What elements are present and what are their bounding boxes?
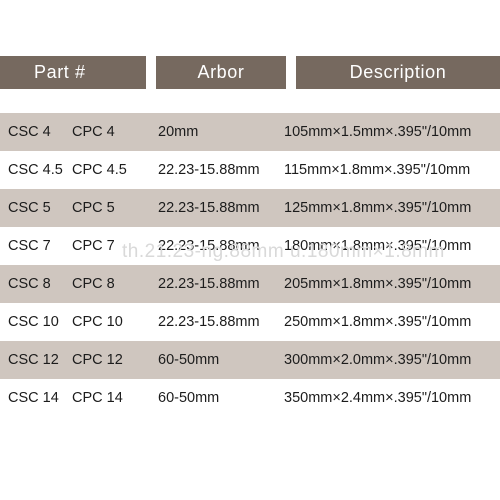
- header-description-label: Description: [349, 62, 447, 82]
- cell-cpc-part: CPC 10: [72, 314, 123, 330]
- cell-cpc-part: CPC 14: [72, 390, 123, 406]
- cell-arbor: 22.23-15.88mm: [158, 276, 260, 292]
- cell-description: 250mm×1.8mm×.395"/10mm: [284, 314, 472, 330]
- cell-description: 300mm×2.0mm×.395"/10mm: [284, 352, 472, 368]
- table-header-row: Part # Arbor Description: [0, 56, 500, 89]
- cell-description: 125mm×1.8mm×.395"/10mm: [284, 200, 472, 216]
- cell-cpc-part: CPC 7: [72, 238, 115, 254]
- cell-description: 350mm×2.4mm×.395"/10mm: [284, 390, 472, 406]
- cell-csc-part: CSC 14: [8, 390, 59, 406]
- table-row: CSC 12 CPC 12 60-50mm 300mm×2.0mm×.395"/…: [0, 341, 500, 379]
- cell-cpc-part: CPC 8: [72, 276, 115, 292]
- cell-csc-part: CSC 12: [8, 352, 59, 368]
- cell-csc-part: CSC 10: [8, 314, 59, 330]
- cell-cpc-part: CPC 4: [72, 124, 115, 140]
- cell-csc-part: CSC 4.5: [8, 162, 63, 178]
- cell-description: 205mm×1.8mm×.395"/10mm: [284, 276, 472, 292]
- cell-cpc-part: CPC 5: [72, 200, 115, 216]
- table-row: CSC 7 CPC 7 22.23-15.88mm 180mm×1.8mm×.3…: [0, 227, 500, 265]
- cell-arbor: 60-50mm: [158, 390, 220, 406]
- cell-arbor: 60-50mm: [158, 352, 220, 368]
- table-row: CSC 8 CPC 8 22.23-15.88mm 205mm×1.8mm×.3…: [0, 265, 500, 303]
- table-row: CSC 10 CPC 10 22.23-15.88mm 250mm×1.8mm×…: [0, 303, 500, 341]
- cell-description: 180mm×1.8mm×.395"/10mm: [284, 238, 472, 254]
- cell-arbor: 22.23-15.88mm: [158, 238, 260, 254]
- cell-cpc-part: CPC 12: [72, 352, 123, 368]
- table-row: CSC 14 CPC 14 60-50mm 350mm×2.4mm×.395"/…: [0, 379, 500, 417]
- table-row: CSC 4.5 CPC 4.5 22.23-15.88mm 115mm×1.8m…: [0, 151, 500, 189]
- table-body: CSC 4 CPC 4 20mm 105mm×1.5mm×.395"/10mm …: [0, 113, 500, 417]
- table-row: CSC 4 CPC 4 20mm 105mm×1.5mm×.395"/10mm: [0, 113, 500, 151]
- cell-description: 105mm×1.5mm×.395"/10mm: [284, 124, 472, 140]
- spec-table-page: Part # Arbor Description CSC 4 CPC 4 20m…: [0, 0, 500, 500]
- table-row: CSC 5 CPC 5 22.23-15.88mm 125mm×1.8mm×.3…: [0, 189, 500, 227]
- cell-csc-part: CSC 4: [8, 124, 51, 140]
- cell-csc-part: CSC 7: [8, 238, 51, 254]
- cell-cpc-part: CPC 4.5: [72, 162, 127, 178]
- cell-arbor: 22.23-15.88mm: [158, 162, 260, 178]
- cell-description: 115mm×1.8mm×.395"/10mm: [284, 162, 471, 178]
- header-part-number: Part #: [0, 56, 146, 89]
- cell-arbor: 22.23-15.88mm: [158, 200, 260, 216]
- header-description: Description: [296, 56, 500, 89]
- cell-arbor: 20mm: [158, 124, 199, 140]
- header-arbor-label: Arbor: [197, 62, 245, 82]
- header-arbor: Arbor: [156, 56, 286, 89]
- cell-csc-part: CSC 5: [8, 200, 51, 216]
- cell-arbor: 22.23-15.88mm: [158, 314, 260, 330]
- cell-csc-part: CSC 8: [8, 276, 51, 292]
- header-part-number-label: Part #: [34, 62, 86, 82]
